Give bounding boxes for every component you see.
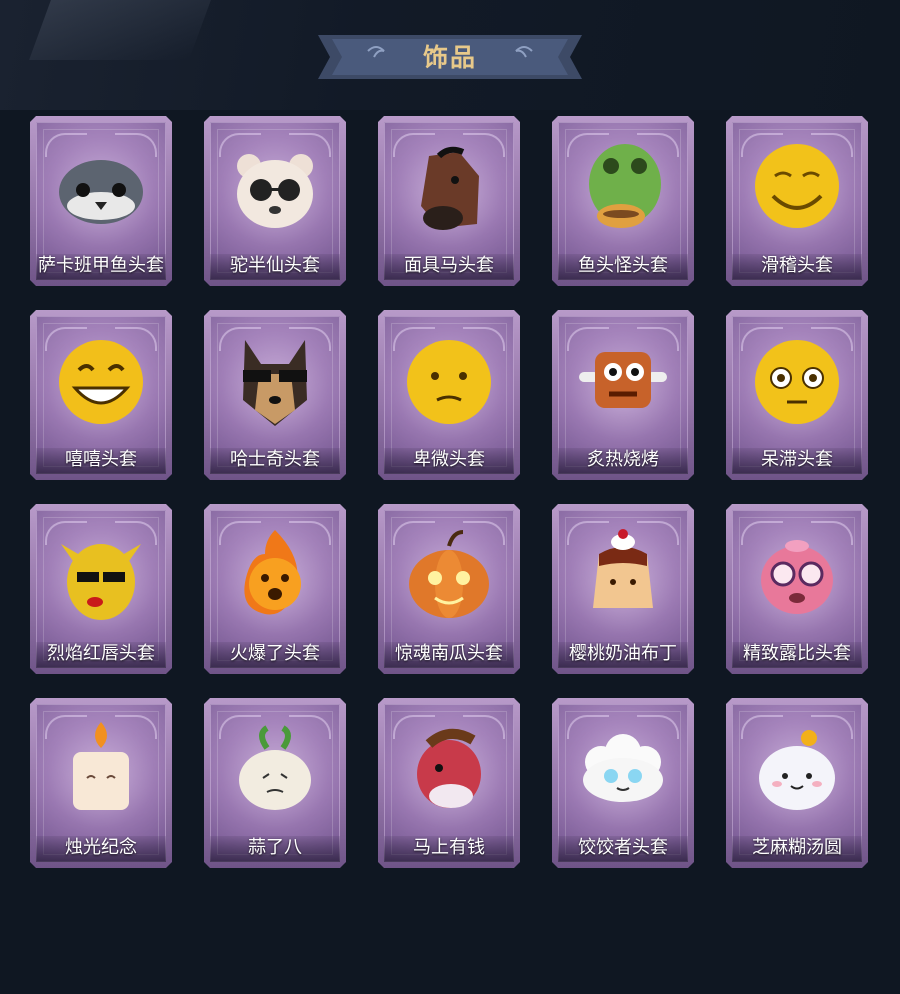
accessory-card[interactable]: 萨卡班甲鱼头套 (30, 116, 172, 286)
dazed-face-icon (755, 340, 839, 424)
accessory-name: 蒜了八 (248, 837, 302, 858)
candle-icon (73, 722, 129, 810)
accessory-name: 鱼头怪头套 (578, 255, 668, 276)
accessory-card[interactable]: 哈士奇头套 (204, 310, 346, 480)
humble-face-icon (407, 340, 491, 424)
accessory-name: 精致露比头套 (743, 643, 851, 664)
accessory-card[interactable]: 饺饺者头套 (552, 698, 694, 868)
rice-ball-icon (759, 730, 835, 810)
accessory-grid: 萨卡班甲鱼头套 驼半仙头套 面具马头套 鱼头怪头套 滑稽头套嘻嘻头套 哈士奇头套 卑微头套 炙… (30, 116, 872, 868)
accessory-card[interactable]: 蒜了八 (204, 698, 346, 868)
accessory-card[interactable]: 精致露比头套 (726, 504, 868, 674)
accessory-name: 芝麻糊汤圆 (752, 837, 842, 858)
fire-spirit-icon (244, 530, 301, 615)
accessory-name: 马上有钱 (413, 837, 485, 858)
accessory-card[interactable]: 火爆了头套 (204, 504, 346, 674)
bbq-meat-icon (579, 352, 667, 408)
page-title: 饰品 (422, 43, 477, 72)
pumpkin-icon (409, 530, 489, 618)
accessory-card[interactable]: 嘻嘻头套 (30, 310, 172, 480)
accessory-name: 滑稽头套 (761, 255, 833, 276)
accessory-card[interactable]: 烈焰红唇头套 (30, 504, 172, 674)
bear-sunglasses-icon (237, 154, 313, 228)
accessory-name: 卑微头套 (413, 449, 485, 470)
accessory-name: 嘻嘻头套 (65, 449, 137, 470)
accessory-card[interactable]: 驼半仙头套 (204, 116, 346, 286)
pink-beaver-icon (761, 540, 833, 614)
funny-face-icon (755, 144, 839, 228)
title-banner: 饰品 (318, 33, 582, 81)
accessory-card[interactable]: 炙热烧烤 (552, 310, 694, 480)
accessory-card[interactable]: 滑稽头套 (726, 116, 868, 286)
accessory-name: 萨卡班甲鱼头套 (38, 255, 164, 276)
horse-mask-icon (421, 146, 479, 230)
accessory-name: 烛光纪念 (65, 837, 137, 858)
accessory-name: 驼半仙头套 (230, 255, 320, 276)
dumpling-icon (583, 734, 663, 802)
fish-head-icon (59, 160, 143, 224)
red-horse-icon (417, 729, 481, 808)
accessory-card[interactable]: 烛光纪念 (30, 698, 172, 868)
accessory-name: 烈焰红唇头套 (47, 643, 155, 664)
accessory-card[interactable]: 芝麻糊汤圆 (726, 698, 868, 868)
yellow-mouse-icon (61, 544, 141, 620)
garlic-icon (239, 725, 311, 810)
accessory-name: 饺饺者头套 (578, 837, 668, 858)
accessory-name: 面具马头套 (404, 255, 494, 276)
accessory-name: 惊魂南瓜头套 (395, 643, 503, 664)
accessory-card[interactable]: 卑微头套 (378, 310, 520, 480)
accessory-name: 炙热烧烤 (587, 449, 659, 470)
accessory-name: 樱桃奶油布丁 (569, 643, 677, 664)
accessory-card[interactable]: 呆滞头套 (726, 310, 868, 480)
accessory-card[interactable]: 鱼头怪头套 (552, 116, 694, 286)
accessory-card[interactable]: 惊魂南瓜头套 (378, 504, 520, 674)
accessory-name: 火爆了头套 (230, 643, 320, 664)
accessory-name: 呆滞头套 (761, 449, 833, 470)
accessory-card[interactable]: 面具马头套 (378, 116, 520, 286)
accessory-card[interactable]: 樱桃奶油布丁 (552, 504, 694, 674)
green-fish-mask-icon (589, 144, 661, 228)
husky-sunglasses-icon (243, 340, 307, 426)
pudding-icon (593, 529, 653, 608)
accessory-card[interactable]: 马上有钱 (378, 698, 520, 868)
accessory-name: 哈士奇头套 (230, 449, 320, 470)
grin-face-icon (59, 340, 143, 424)
